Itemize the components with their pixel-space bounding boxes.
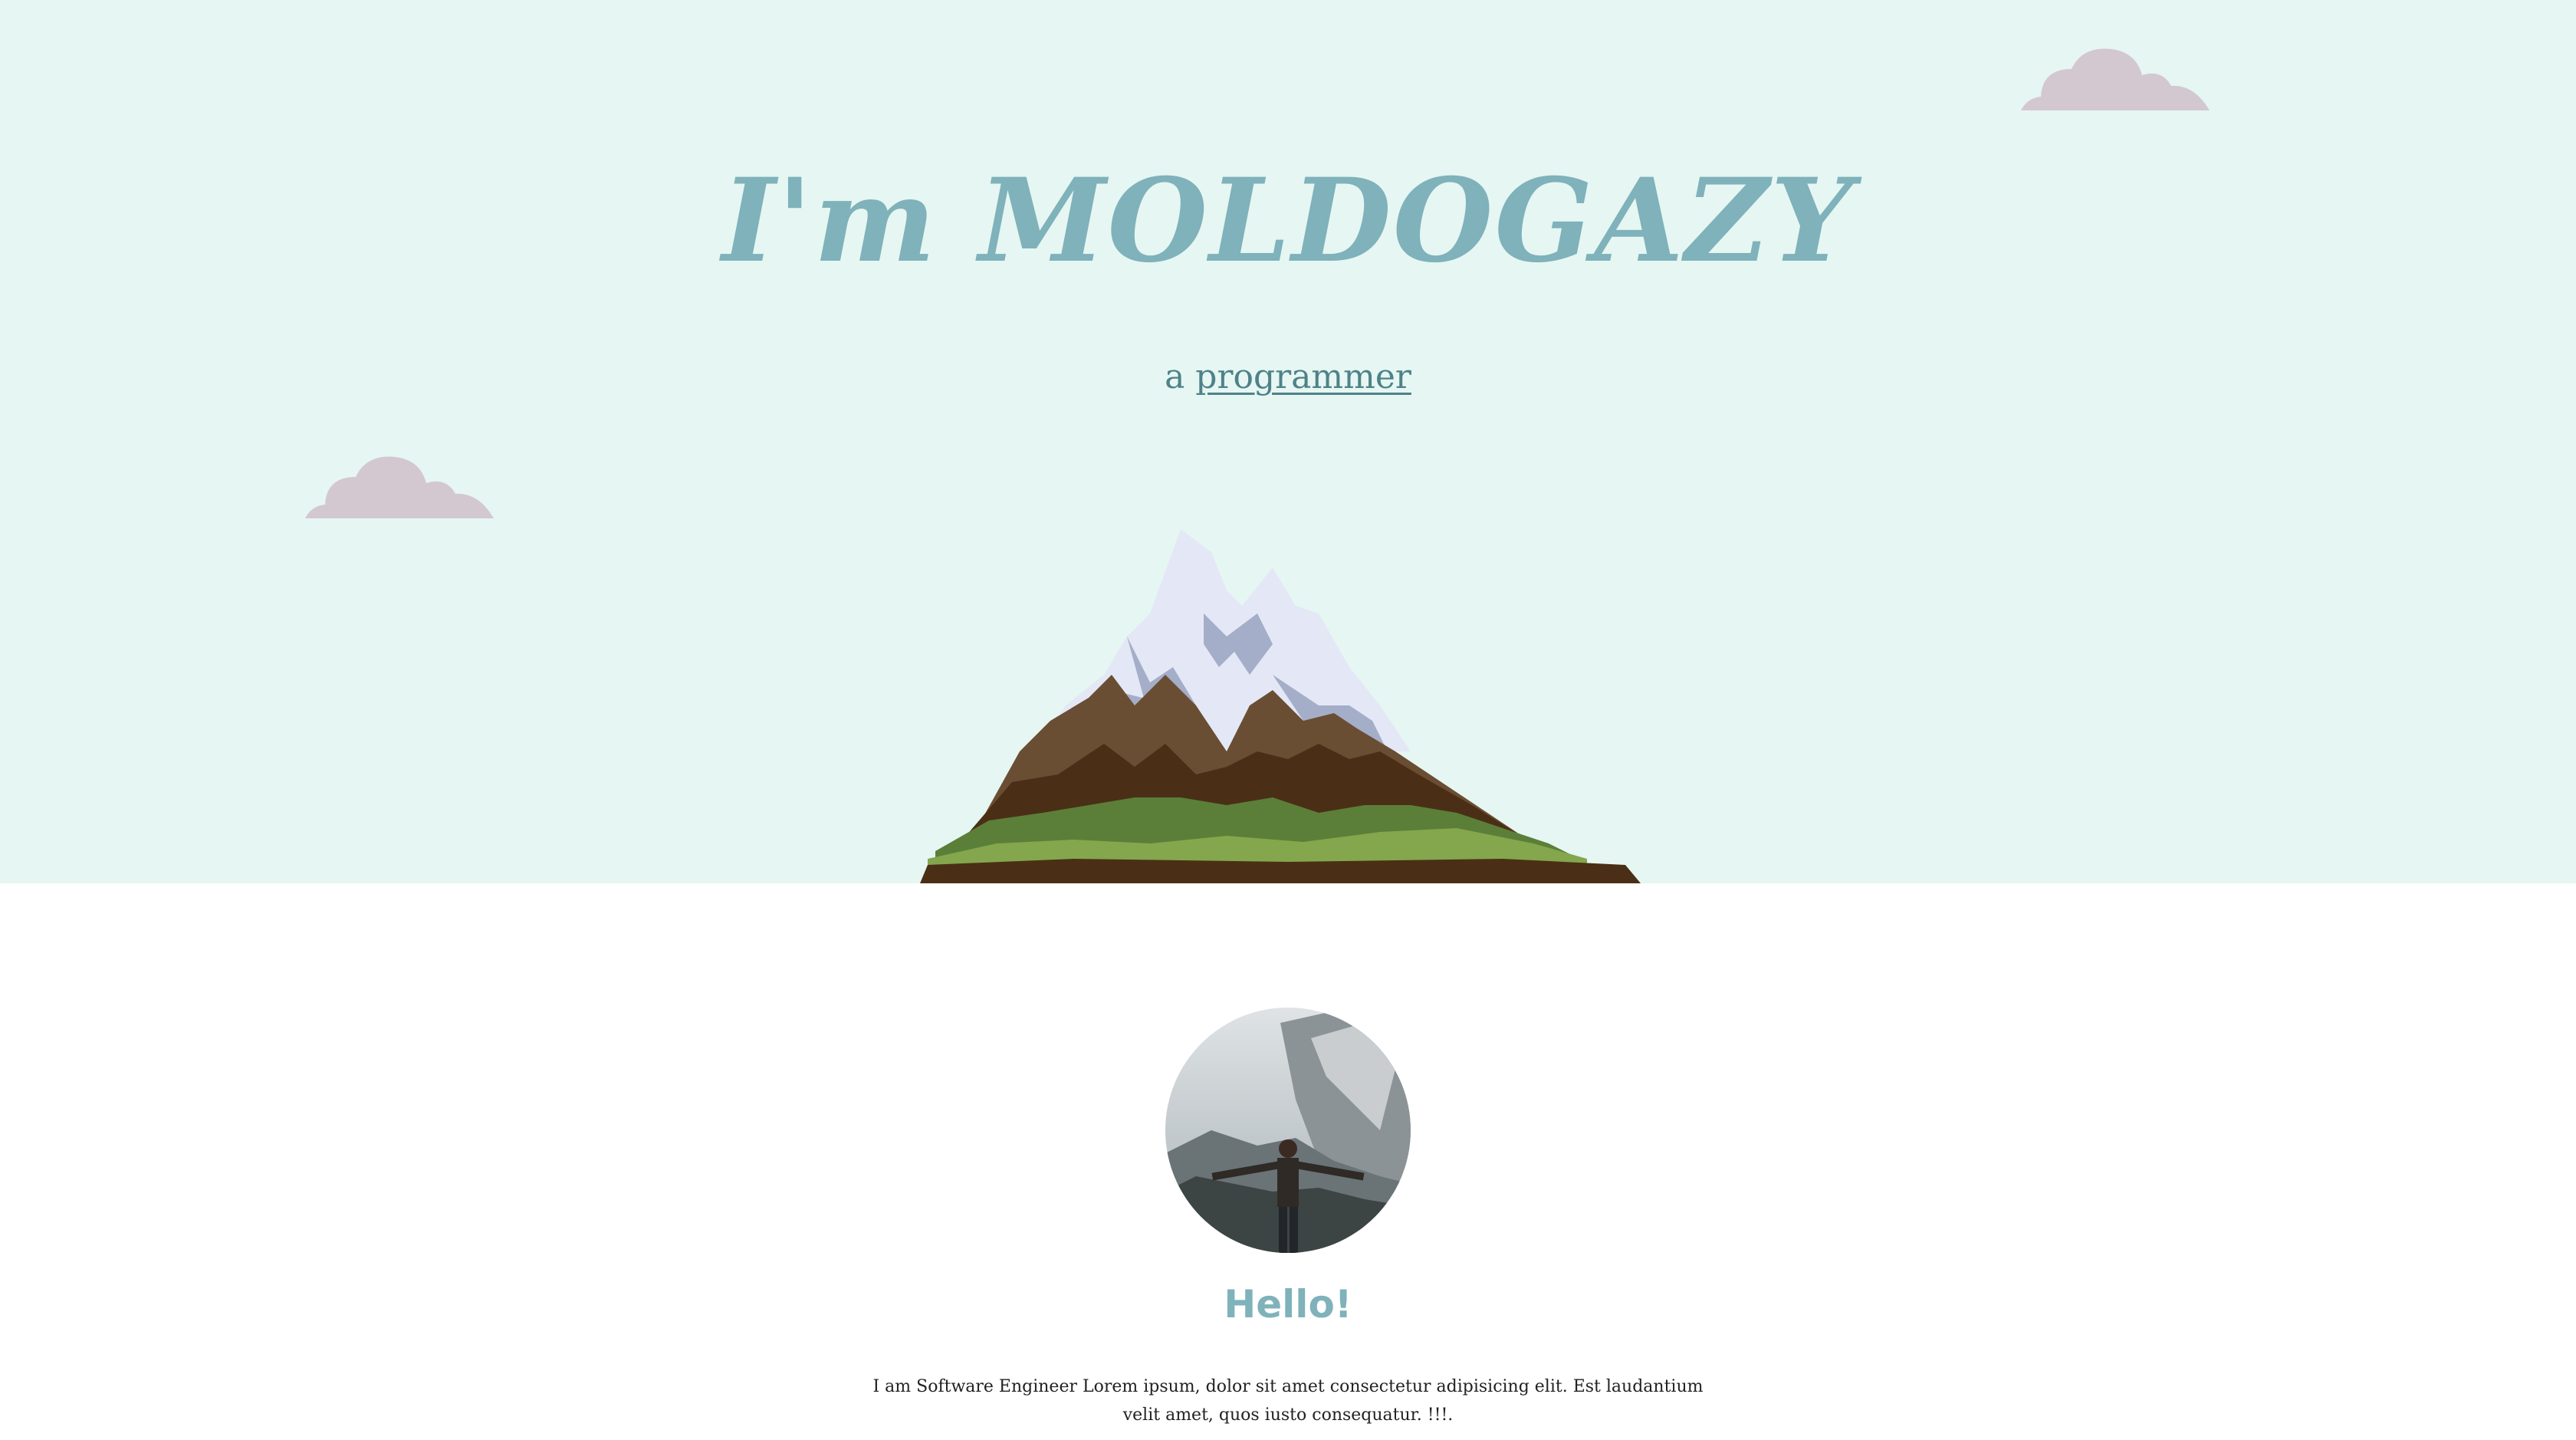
hero-section: I'm MOLDOGAZY a programmer	[0, 0, 2576, 883]
cloud-icon	[305, 456, 494, 518]
hero-title: I'm MOLDOGAZY	[721, 153, 1855, 288]
greeting-heading: Hello!	[1224, 1282, 1352, 1327]
bio-text: I am Software Engineer Lorem ipsum, dolo…	[872, 1377, 1704, 1425]
mountain-illustration	[920, 529, 1641, 883]
cloud-icon	[2021, 48, 2210, 110]
hero-subtitle: a programmer	[0, 357, 2576, 396]
role-link[interactable]: programmer	[1195, 357, 1411, 396]
avatar	[1165, 1008, 1411, 1253]
profile-photo	[1165, 1008, 1411, 1253]
subtitle-prefix: a	[1165, 357, 1196, 396]
